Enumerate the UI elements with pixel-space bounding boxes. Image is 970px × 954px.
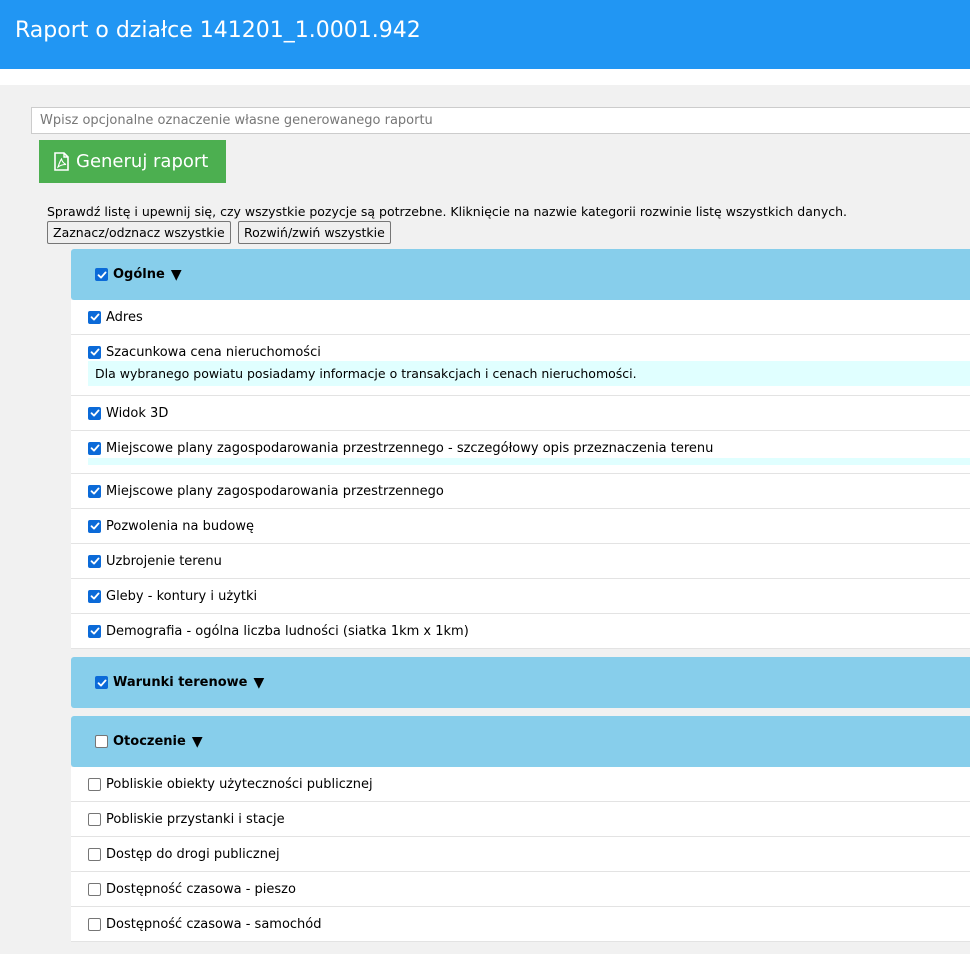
checkbox-checked[interactable] — [88, 519, 101, 533]
list-item-label: Pobliskie przystanki i stacje — [106, 811, 285, 827]
item-info-note: Dla wybranego powiatu posiadamy informac… — [88, 361, 970, 386]
checkbox-unchecked[interactable] — [88, 812, 101, 826]
list-item: Pobliskie obiekty użyteczności publiczne… — [71, 767, 970, 802]
list-item: Pozwolenia na budowę — [71, 509, 970, 544]
list-item-row[interactable]: Demografia - ogólna liczba ludności (sia… — [88, 614, 970, 648]
checkbox-unchecked[interactable] — [88, 847, 101, 861]
category-label: Otoczenie — [113, 734, 186, 749]
report-name-input[interactable] — [31, 107, 970, 134]
list-item: Demografia - ogólna liczba ludności (sia… — [71, 614, 970, 649]
list-item: Widok 3D — [71, 396, 970, 431]
list-item-row[interactable]: Pobliskie przystanki i stacje — [88, 802, 970, 836]
checkbox-checked[interactable] — [88, 345, 101, 359]
checkbox-unchecked[interactable] — [88, 917, 101, 931]
category-header[interactable]: Otoczenie ▼ — [71, 716, 970, 767]
list-item: Szacunkowa cena nieruchomości Dla wybrane… — [71, 335, 970, 396]
checkbox-checked[interactable] — [88, 589, 101, 603]
checkbox-checked[interactable] — [88, 554, 101, 568]
checkbox-unchecked[interactable] — [88, 777, 101, 791]
category-label: Ogólne — [113, 267, 165, 282]
list-item: Miejscowe plany zagospodarowania przestr… — [71, 474, 970, 509]
list-item: Gleby - kontury i użytki — [71, 579, 970, 614]
report-form: Generuj raport Sprawdź listę i upewnij s… — [0, 85, 970, 954]
list-item: Uzbrojenie terenu — [71, 544, 970, 579]
category-spacer — [71, 708, 970, 716]
generate-report-label: Generuj raport — [76, 151, 209, 172]
list-item-row[interactable]: Pobliskie obiekty użyteczności publiczne… — [88, 767, 970, 801]
list-item-label: Dostępność czasowa - pieszo — [106, 881, 296, 897]
app-header: Raport o działce 141201_1.0001.942 — [0, 0, 970, 69]
page-title: Raport o działce 141201_1.0001.942 — [15, 18, 421, 43]
list-item-label: Widok 3D — [106, 405, 169, 421]
list-item-row[interactable]: Adres — [88, 300, 970, 334]
checkbox-checked[interactable] — [95, 268, 108, 281]
pdf-file-icon — [54, 152, 69, 171]
instructions-text: Sprawdź listę i upewnij się, czy wszystk… — [47, 204, 847, 219]
generate-report-button[interactable]: Generuj raport — [39, 140, 226, 183]
list-item-row[interactable]: Dostępność czasowa - pieszo — [88, 872, 970, 906]
checkbox-checked[interactable] — [88, 484, 101, 498]
category-label: Warunki terenowe — [113, 675, 248, 690]
list-item: Dostęp do drogi publicznej — [71, 837, 970, 872]
list-item-row[interactable]: Dostęp do drogi publicznej — [88, 837, 970, 871]
checkbox-checked[interactable] — [95, 676, 108, 689]
list-item-label: Adres — [106, 309, 143, 325]
category-header[interactable]: Ogólne ▼ — [71, 249, 970, 300]
expand-all-button[interactable]: Rozwiń/zwiń wszystkie — [238, 221, 391, 244]
list-item: Pobliskie przystanki i stacje — [71, 802, 970, 837]
list-item-row[interactable]: Dostępność czasowa - samochód — [88, 907, 970, 941]
list-item-row[interactable]: Pozwolenia na budowę — [88, 509, 970, 543]
list-item-label: Dostęp do drogi publicznej — [106, 846, 280, 862]
list-item-row[interactable]: Gleby - kontury i użytki — [88, 579, 970, 613]
checkbox-unchecked[interactable] — [88, 882, 101, 896]
checkbox-checked[interactable] — [88, 441, 101, 455]
list-item-label: Pobliskie obiekty użyteczności publiczne… — [106, 776, 373, 792]
list-item-row[interactable]: Uzbrojenie terenu — [88, 544, 970, 578]
item-info-note-empty — [88, 458, 970, 465]
list-item-label: Miejscowe plany zagospodarowania przestr… — [106, 440, 714, 456]
category-list: Ogólne ▼ Adres Szacunkowa cena nieruchomośc… — [71, 249, 970, 942]
list-item-row[interactable]: Widok 3D — [88, 396, 970, 430]
expand-arrow-icon: ▼ — [191, 733, 203, 750]
category-header[interactable]: Warunki terenowe ▼ — [71, 657, 970, 708]
expand-arrow-icon: ▼ — [170, 266, 182, 283]
list-item-label: Gleby - kontury i użytki — [106, 588, 258, 604]
list-item-row[interactable]: Miejscowe plany zagospodarowania przestr… — [88, 474, 970, 508]
list-item-label: Dostępność czasowa - samochód — [106, 916, 322, 932]
list-item: Dostępność czasowa - pieszo — [71, 872, 970, 907]
list-item: Adres — [71, 300, 970, 335]
expand-arrow-icon: ▼ — [253, 674, 265, 691]
list-item-label: Demografia - ogólna liczba ludności (sia… — [106, 623, 469, 639]
toggle-all-button[interactable]: Zaznacz/odznacz wszystkie — [47, 221, 231, 244]
checkbox-unchecked[interactable] — [95, 735, 108, 748]
list-item-label: Pozwolenia na budowę — [106, 518, 254, 534]
list-item: Dostępność czasowa - samochód — [71, 907, 970, 942]
checkbox-checked[interactable] — [88, 310, 101, 324]
list-item-label: Miejscowe plany zagospodarowania przestr… — [106, 483, 444, 499]
list-item-label: Uzbrojenie terenu — [106, 553, 222, 569]
checkbox-checked[interactable] — [88, 624, 101, 638]
list-item: Miejscowe plany zagospodarowania przestr… — [71, 431, 970, 474]
category-spacer — [71, 649, 970, 657]
checkbox-checked[interactable] — [88, 406, 101, 420]
list-item-label: Szacunkowa cena nieruchomości — [106, 344, 321, 360]
